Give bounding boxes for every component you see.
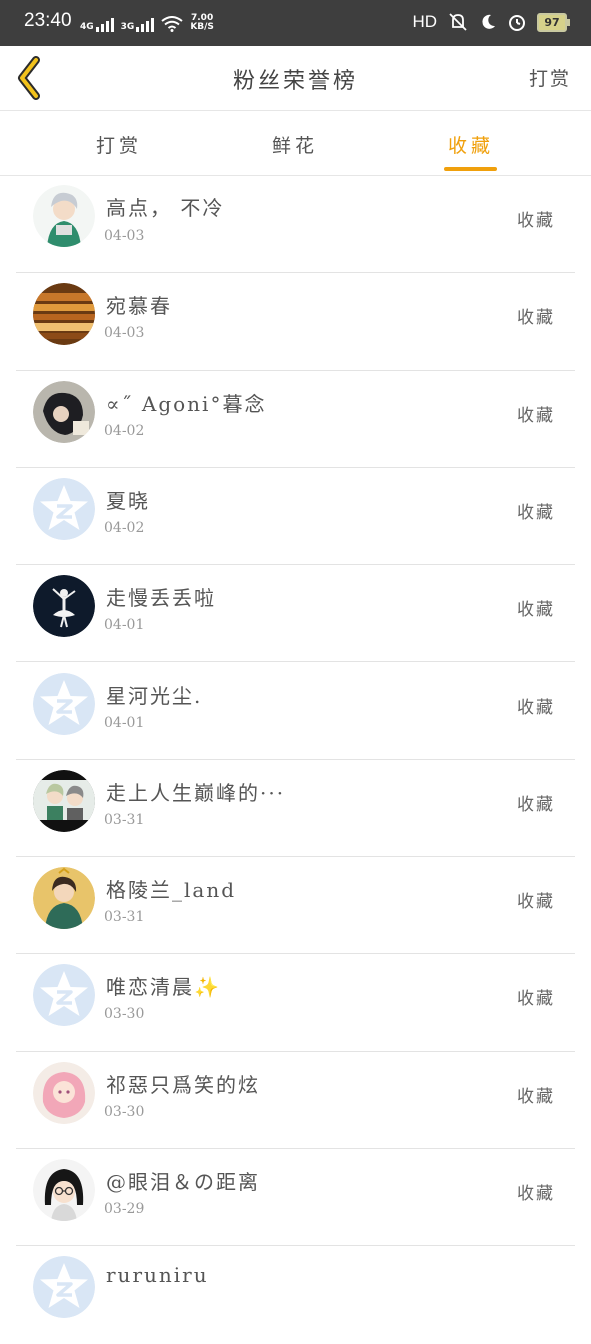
active-tab-indicator — [444, 167, 497, 171]
page-title: 粉丝荣誉榜 — [232, 69, 358, 94]
bell-muted-icon — [449, 13, 467, 31]
collect-date: 04-03 — [104, 325, 145, 342]
status-right-icons: HD 97 — [412, 12, 570, 32]
avatar[interactable] — [33, 964, 95, 1026]
user-name: 唯恋清晨✨ — [106, 975, 221, 1000]
moon-icon — [482, 14, 495, 29]
user-name: ruruniru — [106, 1263, 209, 1288]
avatar[interactable] — [33, 575, 95, 637]
list-item[interactable]: 唯恋清晨✨ 03-30 收藏 — [0, 954, 591, 1052]
avatar[interactable] — [33, 1256, 95, 1318]
collect-date: 04-02 — [104, 519, 145, 536]
collect-tag: 收藏 — [517, 502, 555, 523]
hd-indicator: HD — [412, 12, 437, 31]
collect-tag: 收藏 — [517, 697, 555, 718]
tab-collect[interactable]: 收藏 — [411, 131, 531, 158]
net-4g-label: 4G — [80, 22, 94, 32]
avatar[interactable] — [33, 283, 95, 345]
user-name: 走上人生巅峰的··· — [106, 780, 286, 805]
avatar[interactable] — [33, 1062, 95, 1124]
collect-date: 04-03 — [104, 228, 145, 244]
list-item[interactable]: 祁惡只爲笑的炫 03-30 收藏 — [0, 1052, 591, 1149]
collect-tag: 收藏 — [517, 405, 555, 426]
avatar[interactable] — [33, 478, 95, 540]
battery-indicator: 97 — [537, 12, 570, 32]
list-item[interactable]: 宛慕春 04-03 收藏 — [0, 273, 591, 371]
tab-bar: 打赏 鲜花 收藏 — [0, 111, 591, 176]
collect-date: 03-31 — [104, 811, 145, 828]
status-time: 23:40 — [24, 10, 72, 31]
nav-bar: 粉丝荣誉榜 打赏 — [0, 46, 591, 111]
collect-date: 04-01 — [104, 617, 145, 634]
user-name: ∝˝ Agoni°暮念 — [106, 391, 267, 416]
avatar[interactable] — [33, 770, 95, 832]
avatar[interactable] — [33, 1159, 95, 1221]
list-item[interactable]: @眼泪＆の距离 03-29 收藏 — [0, 1149, 591, 1247]
collect-tag: 收藏 — [517, 989, 555, 1010]
collect-tag: 收藏 — [517, 1184, 555, 1204]
avatar[interactable] — [33, 185, 95, 247]
user-name: 高点， 不冷 — [106, 196, 225, 220]
tab-reward[interactable]: 打赏 — [59, 131, 179, 158]
user-name: 宛慕春 — [106, 294, 172, 319]
user-name: 星河光尘. — [106, 683, 203, 708]
collect-date: 04-01 — [104, 714, 145, 731]
signal-4g-icon: 4G — [80, 16, 114, 32]
list-item[interactable]: 走慢丢丢啦 04-01 收藏 — [0, 565, 591, 663]
collect-tag: 收藏 — [517, 794, 555, 815]
status-bar: 23:40 4G 3G 7.00 KB/S HD 97 — [0, 0, 591, 46]
collect-tag: 收藏 — [517, 211, 555, 231]
list-item[interactable]: 走上人生巅峰的··· 03-31 收藏 — [0, 760, 591, 858]
net-speed: 7.00 KB/S — [190, 13, 214, 32]
list-item[interactable]: 星河光尘. 04-01 收藏 — [0, 663, 591, 760]
tab-flowers[interactable]: 鲜花 — [235, 131, 355, 158]
list-item[interactable]: 格陵兰_land 03-31 收藏 — [0, 857, 591, 955]
collect-date: 03-30 — [104, 1006, 145, 1023]
user-name: 夏晓 — [106, 488, 150, 513]
reward-button[interactable]: 打赏 — [529, 64, 571, 91]
list-item[interactable]: ∝˝ Agoni°暮念 04-02 收藏 — [0, 371, 591, 468]
collect-tag: 收藏 — [517, 892, 555, 913]
user-name: 祁惡只爲笑的炫 — [106, 1072, 260, 1097]
alarm-icon — [509, 15, 525, 31]
network-indicators: 4G 3G 7.00 KB/S — [80, 14, 214, 32]
net-3g-label: 3G — [120, 22, 135, 32]
collect-date: 03-31 — [104, 909, 145, 926]
wifi-icon — [161, 16, 183, 32]
user-name: 格陵兰_land — [106, 878, 237, 903]
collect-tag: 收藏 — [517, 308, 555, 329]
list-item[interactable]: 夏晓 04-02 收藏 — [0, 468, 591, 566]
collect-tag: 收藏 — [517, 1086, 555, 1107]
collect-date: 03-29 — [104, 1201, 145, 1217]
collect-date: 04-02 — [104, 422, 145, 439]
avatar[interactable] — [33, 381, 95, 443]
collect-tag: 收藏 — [517, 600, 555, 621]
collect-date: 03-30 — [104, 1103, 145, 1120]
user-name: @眼泪＆の距离 — [106, 1170, 260, 1194]
list-item[interactable]: ruruniru — [0, 1246, 591, 1343]
user-name: 走慢丢丢啦 — [106, 586, 216, 611]
signal-3g-icon: 3G — [121, 16, 155, 32]
avatar[interactable] — [33, 867, 95, 929]
avatar[interactable] — [33, 673, 95, 735]
list-item[interactable]: 高点， 不冷 04-03 收藏 — [0, 176, 591, 274]
